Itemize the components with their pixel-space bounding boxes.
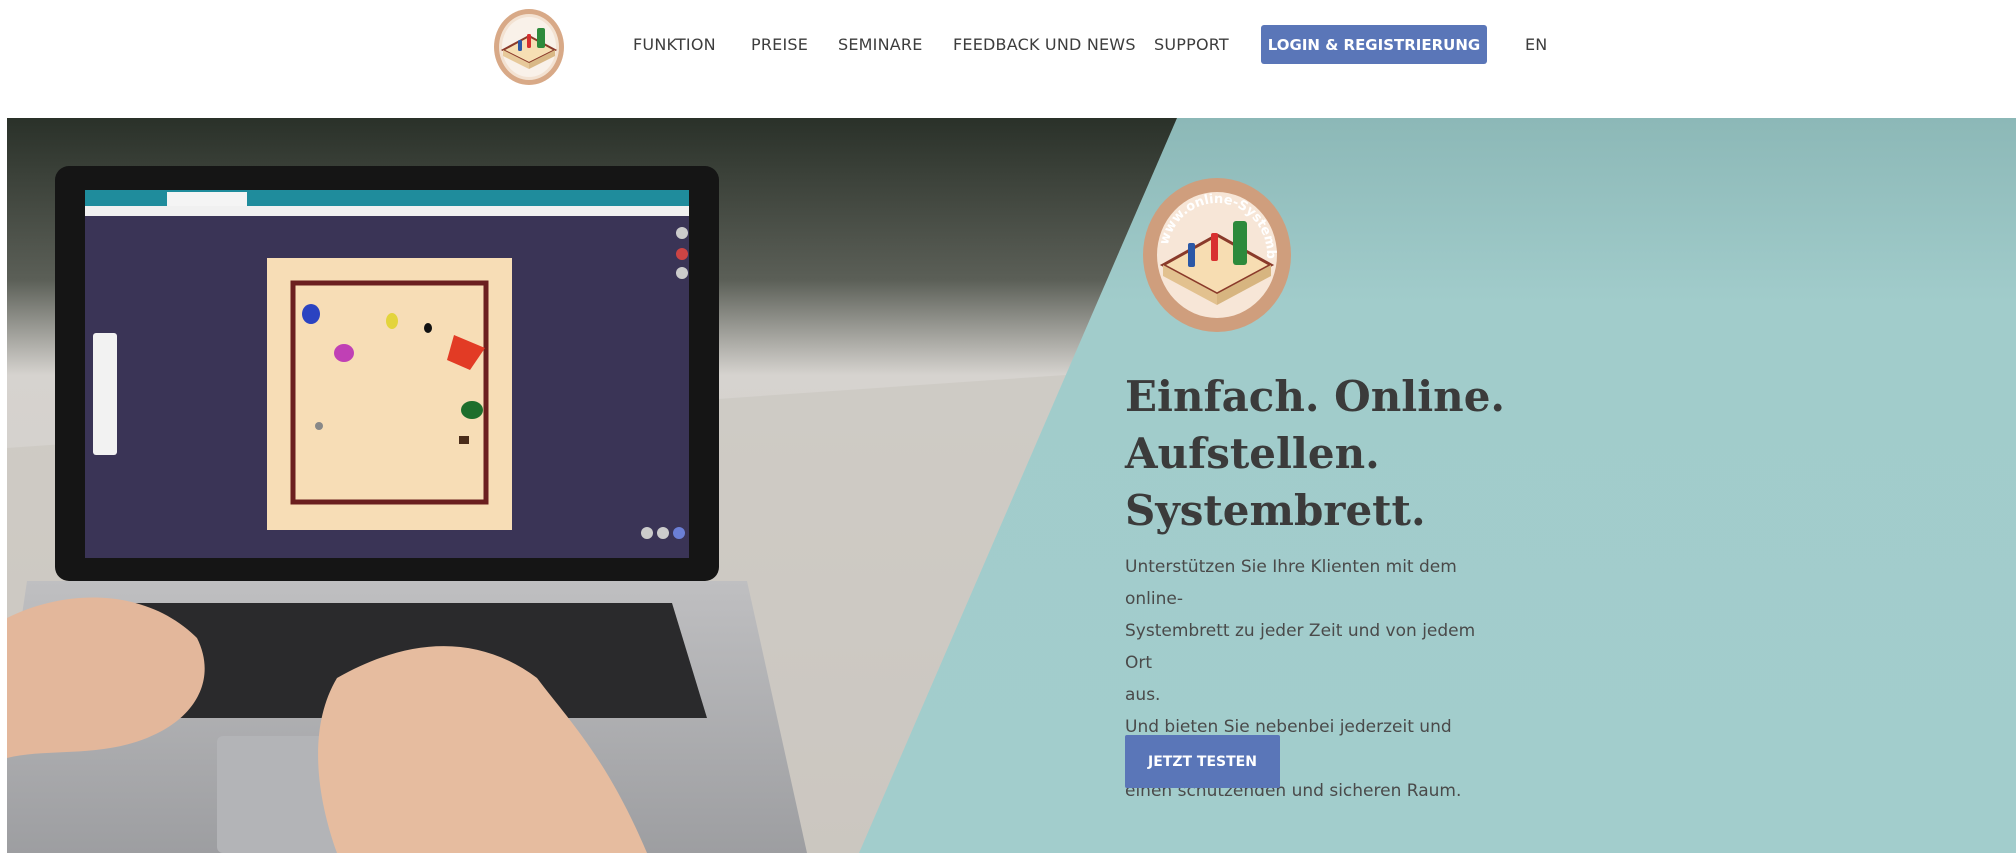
logo-icon[interactable]: [492, 6, 566, 86]
nav-feedback-und-news[interactable]: FEEDBACK UND NEWS: [953, 34, 1136, 56]
hero-text-line-2: Systembrett zu jeder Zeit und von jedem …: [1125, 621, 1476, 673]
nav-funktion[interactable]: FUNKTION: [633, 34, 716, 56]
hero-title-line-3: Systembrett.: [1125, 486, 1426, 535]
jetzt-testen-button[interactable]: JETZT TESTEN: [1125, 735, 1280, 788]
site-header: FUNKTION PREISE SEMINARE FEEDBACK UND NE…: [0, 0, 2016, 118]
hero-title-line-1: Einfach. Online.: [1125, 372, 1506, 421]
hero-title-line-2: Aufstellen.: [1125, 429, 1380, 478]
hero-background: [7, 118, 2016, 853]
nav-seminare[interactable]: SEMINARE: [838, 34, 923, 56]
hero-title: Einfach. Online. Aufstellen. Systembrett…: [1125, 368, 1685, 539]
hero-logo-icon: www.online-Systembrett.com: [1141, 173, 1291, 332]
laptop-photo: [7, 166, 807, 853]
hero-section: www.online-Systembrett.com Einfach. Onli…: [7, 118, 2016, 853]
language-switch-en[interactable]: EN: [1525, 34, 1547, 56]
hero-text-line-3: aus.: [1125, 685, 1161, 705]
hero-text-line-1: Unterstützen Sie Ihre Klienten mit dem o…: [1125, 557, 1457, 609]
nav-support[interactable]: SUPPORT: [1154, 34, 1229, 56]
nav-preise[interactable]: PREISE: [751, 34, 808, 56]
login-register-button[interactable]: LOGIN & REGISTRIERUNG: [1261, 25, 1487, 64]
